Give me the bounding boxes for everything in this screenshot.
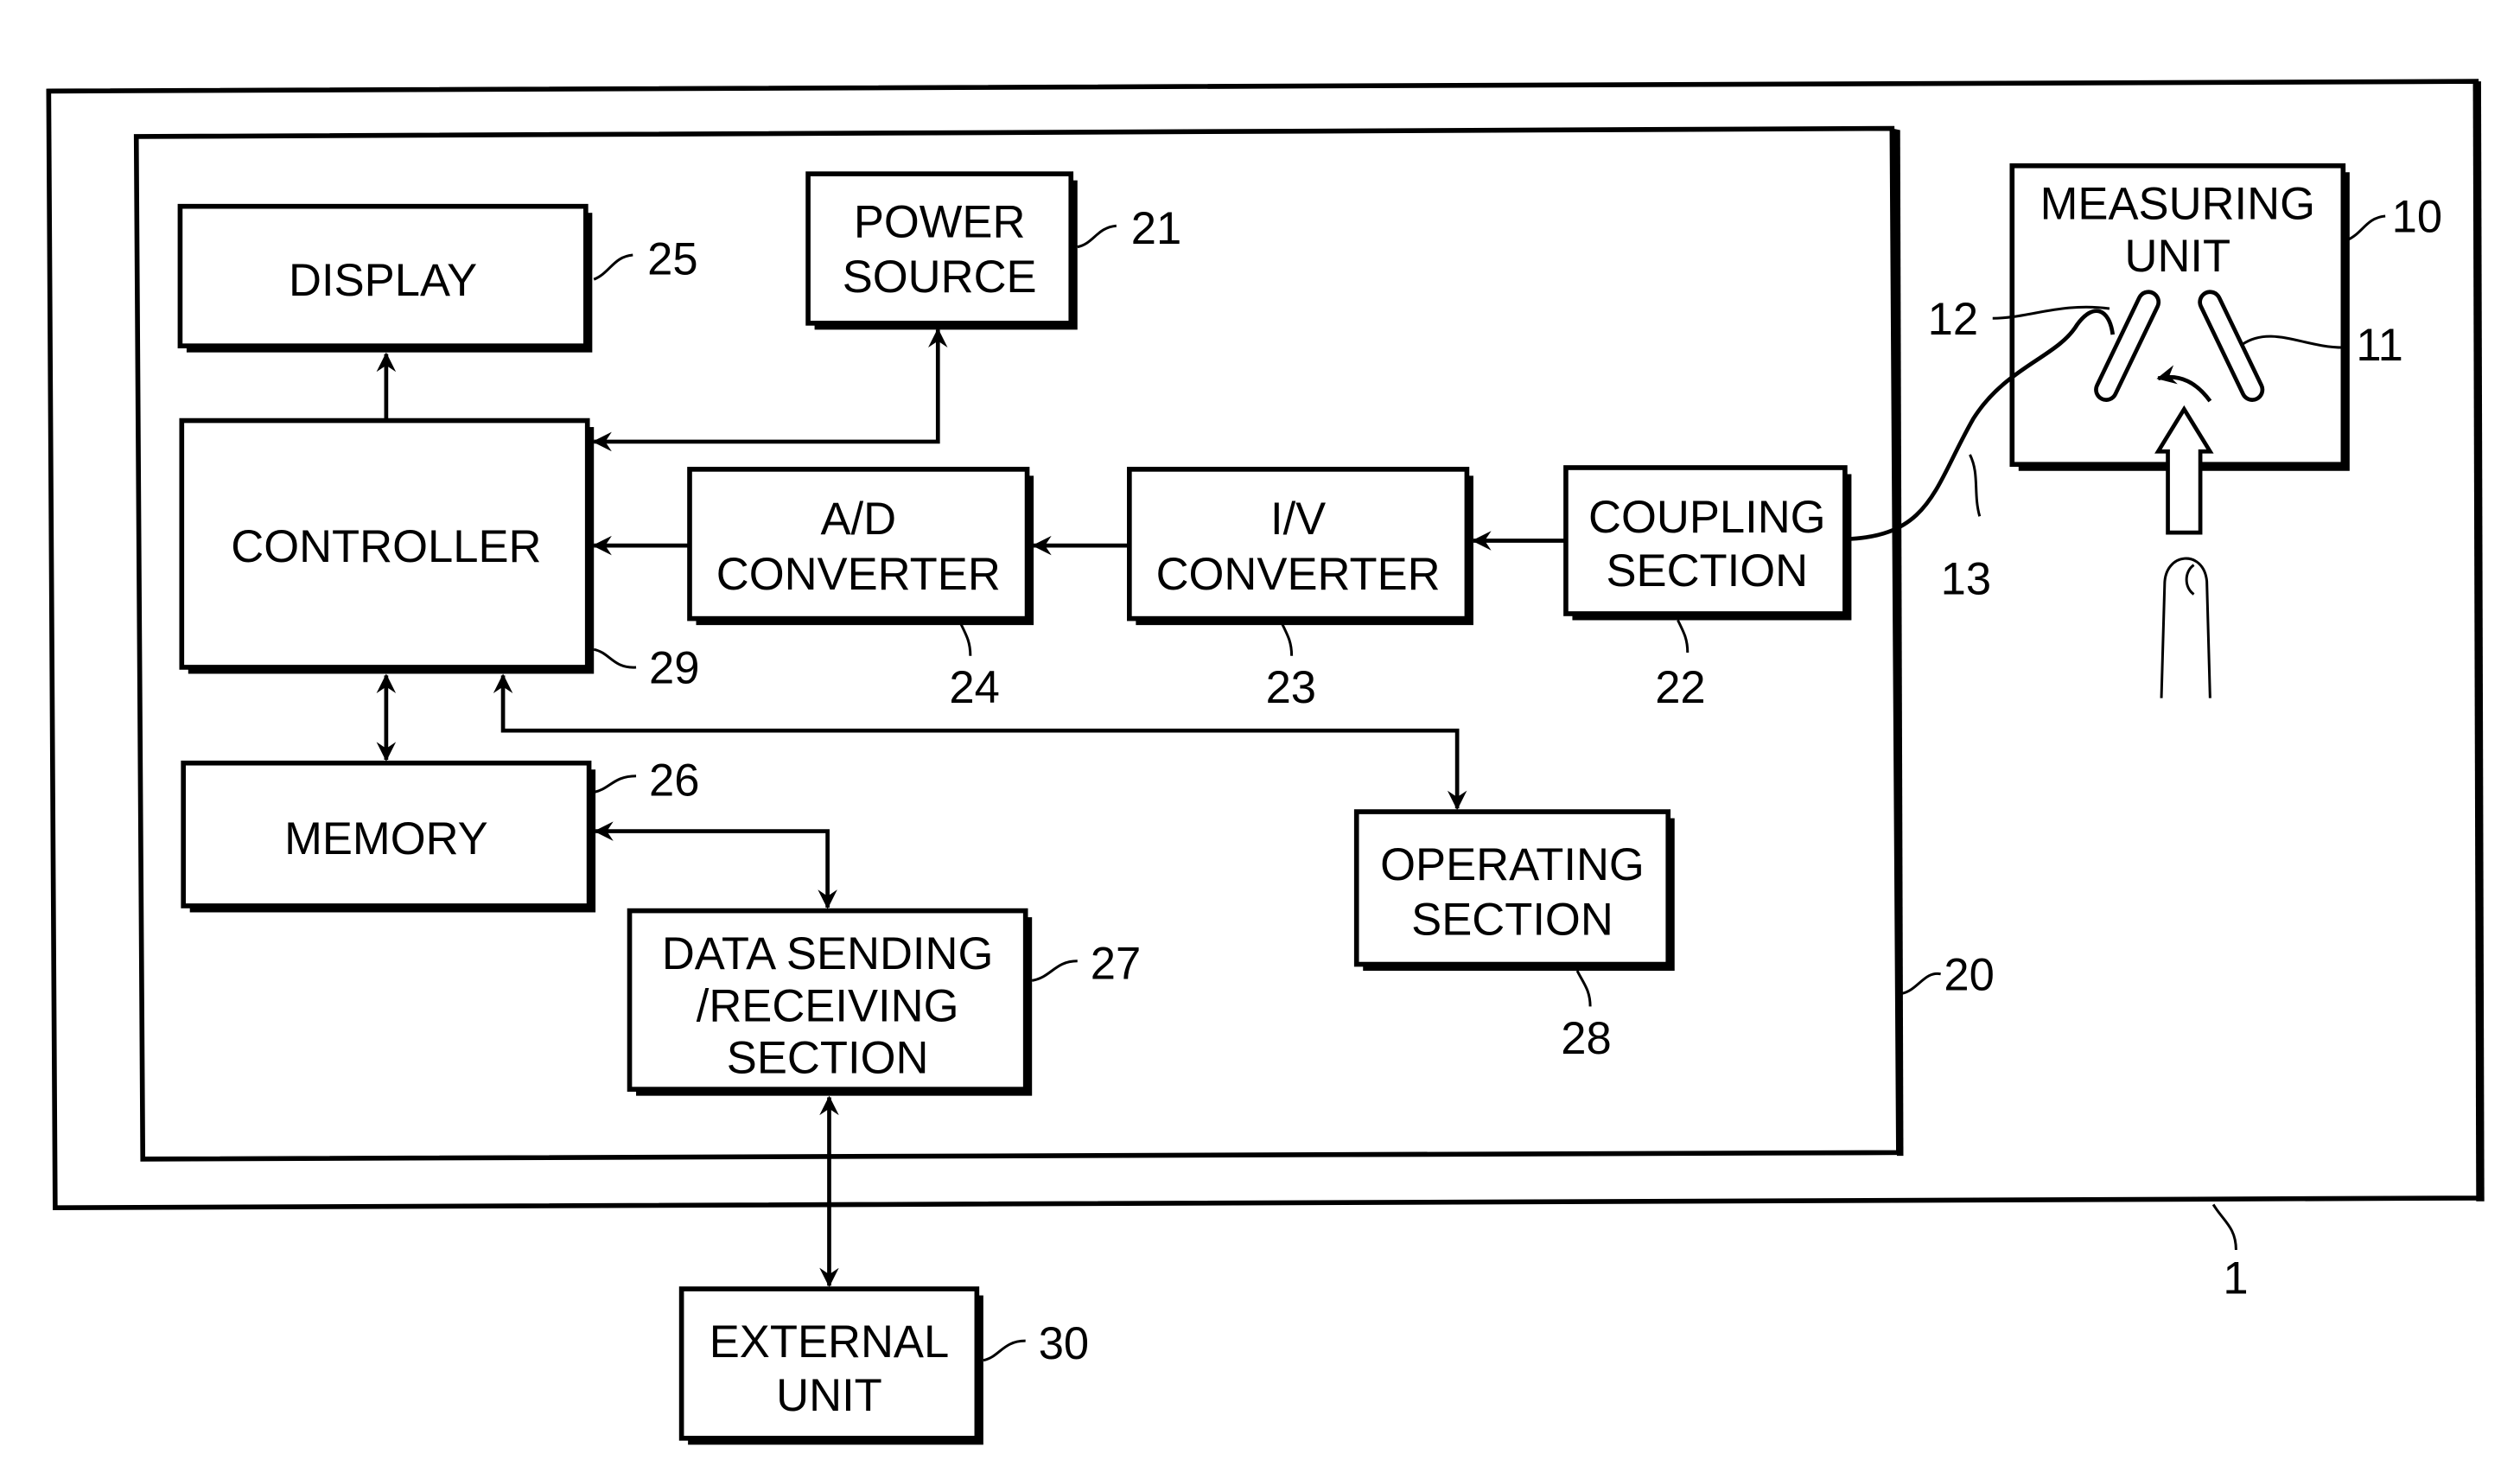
operating-ref: 28 xyxy=(1561,1013,1611,1064)
iv-ref: 23 xyxy=(1266,662,1316,713)
memory-datasend-arrow xyxy=(594,821,837,909)
external-label-1: EXTERNAL xyxy=(710,1316,949,1367)
datasend-label-3: SECTION xyxy=(727,1032,929,1083)
coupling-label-2: SECTION xyxy=(1606,545,1808,596)
controller-ref: 29 xyxy=(649,643,699,694)
electrode-11-ref: 11 xyxy=(2356,320,2403,371)
display-ref: 25 xyxy=(647,234,697,285)
memory-ref: 26 xyxy=(649,755,699,806)
power-label-1: POWER xyxy=(854,196,1026,247)
ad-ref: 24 xyxy=(949,662,999,713)
measuring-ref: 10 xyxy=(2392,192,2442,243)
coupling-label-1: COUPLING xyxy=(1588,492,1826,543)
display-label: DISPLAY xyxy=(289,255,477,306)
controller-label: CONTROLLER xyxy=(231,521,541,572)
ad-converter-block: A/D CONVERTER 24 xyxy=(687,467,1034,713)
memory-label: MEMORY xyxy=(284,813,488,864)
coupling-ref: 22 xyxy=(1655,662,1705,713)
memory-block: MEMORY 26 xyxy=(181,755,700,913)
data-sending-receiving-block: DATA SENDING /RECEIVING SECTION 27 xyxy=(627,908,1141,1096)
ad-label-1: A/D xyxy=(820,494,896,545)
operating-label-2: SECTION xyxy=(1411,895,1613,946)
display-block: DISPLAY 25 xyxy=(177,203,698,353)
external-label-2: UNIT xyxy=(776,1370,882,1421)
datasend-label-1: DATA SENDING xyxy=(662,928,994,979)
operating-section-block: OPERATING SECTION 28 xyxy=(1353,809,1675,1064)
ref-inner: 20 xyxy=(1944,950,1994,1001)
controller-power-arrow xyxy=(592,328,948,452)
ref-outer: 1 xyxy=(2223,1253,2248,1304)
external-unit-block: EXTERNAL UNIT 30 xyxy=(678,1286,1089,1445)
coupling-section-block: COUPLING SECTION 22 xyxy=(1563,465,1852,713)
ad-label-2: CONVERTER xyxy=(716,549,1001,600)
measuring-label-1: MEASURING xyxy=(2040,179,2315,230)
measuring-unit-block: MEASURING UNIT 10 12 11 xyxy=(1928,163,2442,698)
iv-label-1: I/V xyxy=(1270,494,1326,545)
cable-ref: 13 xyxy=(1941,553,1991,604)
power-label-2: SOURCE xyxy=(843,252,1037,303)
measuring-label-2: UNIT xyxy=(2124,231,2230,282)
datasend-label-2: /RECEIVING xyxy=(697,980,959,1031)
controller-block: CONTROLLER 29 xyxy=(179,418,700,694)
block-diagram: 1 20 DISPLAY 25 POWER SOURCE 21 CONTROLL… xyxy=(46,79,2485,1445)
datasend-ref: 27 xyxy=(1091,938,1141,989)
external-ref: 30 xyxy=(1039,1318,1089,1369)
iv-label-2: CONVERTER xyxy=(1156,549,1441,600)
iv-converter-block: I/V CONVERTER 23 xyxy=(1127,467,1473,713)
finger-icon xyxy=(2160,557,2211,698)
power-ref: 21 xyxy=(1131,203,1181,254)
electrode-12-ref: 12 xyxy=(1928,294,1978,345)
power-source-block: POWER SOURCE 21 xyxy=(805,171,1181,330)
operating-label-1: OPERATING xyxy=(1380,839,1645,890)
